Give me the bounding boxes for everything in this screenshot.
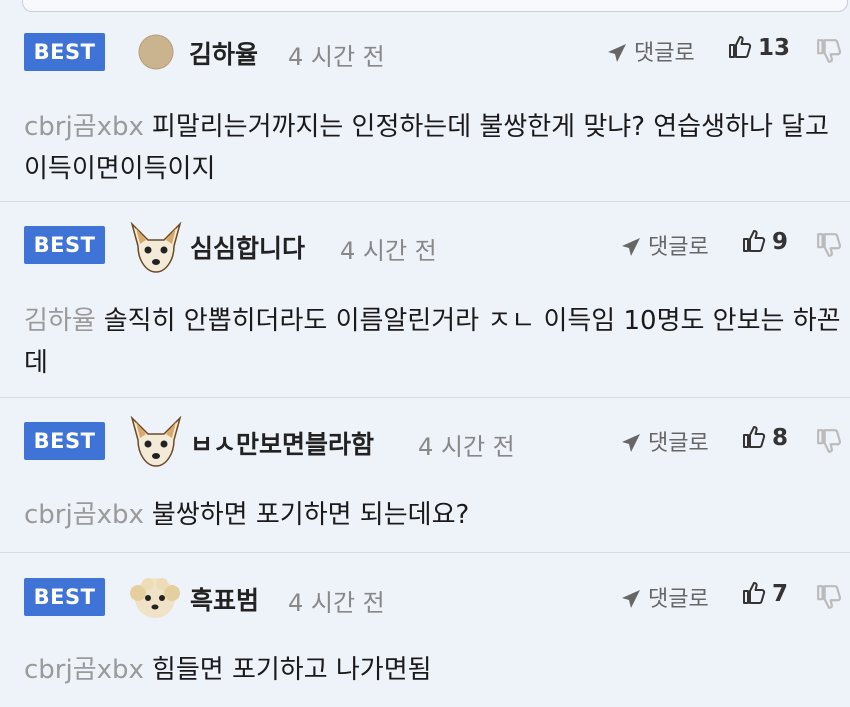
avatar[interactable] bbox=[128, 416, 184, 468]
comment-author[interactable]: ㅂㅅ만보면블라함 bbox=[190, 425, 374, 461]
avatar[interactable] bbox=[128, 573, 182, 623]
reply-button[interactable]: 댓글로 bbox=[606, 35, 695, 67]
thumbs-up-icon bbox=[743, 582, 766, 604]
thumbs-up-icon bbox=[743, 426, 766, 448]
comment-time: 4 시간 전 bbox=[418, 433, 515, 461]
comment-item: BEST 김하율 4 시간 전 댓글로 13 cbrj곰xbx 피말리는거까지는 … bbox=[0, 0, 850, 202]
thumbs-up-icon bbox=[729, 36, 752, 58]
comment-time: 4 시간 전 bbox=[340, 237, 437, 265]
like-button[interactable]: 7 bbox=[742, 581, 788, 607]
best-badge: BEST bbox=[24, 578, 105, 616]
avatar[interactable] bbox=[128, 222, 184, 274]
like-count: 8 bbox=[772, 425, 789, 451]
comment-item: BEST 심심합니다 4 시간 전 댓글로 9 김하율 솔직히 안뽑히더라도 이름… bbox=[0, 202, 850, 398]
best-badge: BEST bbox=[24, 33, 105, 71]
thumbs-down-icon[interactable] bbox=[816, 428, 842, 454]
comment-text: 솔직히 안뽑히더라도 이름알린거라 ㅈㄴ 이득임 10명도 안보는 하꼰데 bbox=[24, 306, 841, 378]
reply-label: 댓글로 bbox=[648, 431, 709, 456]
mention[interactable]: 김하율 bbox=[24, 306, 96, 336]
reply-button[interactable]: 댓글로 bbox=[620, 581, 709, 613]
comment-text: 피말리는거까지는 인정하는데 불쌍한게 맞냐? 연습생하나 달고 이득이면이득이… bbox=[24, 112, 829, 184]
like-button[interactable]: 13 bbox=[728, 35, 790, 61]
thumbs-up-icon bbox=[743, 230, 766, 252]
comment-body: cbrj곰xbx 힘들면 포기하고 나가면됨 bbox=[24, 649, 844, 691]
like-button[interactable]: 8 bbox=[742, 425, 788, 451]
reply-button[interactable]: 댓글로 bbox=[620, 425, 709, 457]
comment-body: 김하율 솔직히 안뽑히더라도 이름알린거라 ㅈㄴ 이득임 10명도 안보는 하꼰데 bbox=[24, 300, 844, 384]
mention[interactable]: cbrj곰xbx bbox=[24, 112, 144, 142]
comment-item: BEST 흑표범 4 시간 전 댓글로 7 cbrj곰xbx 힘들면 포기하고 나… bbox=[0, 553, 850, 707]
best-badge: BEST bbox=[24, 422, 105, 460]
best-badge: BEST bbox=[24, 226, 105, 264]
reply-arrow-icon bbox=[608, 44, 626, 62]
like-button[interactable]: 9 bbox=[742, 229, 788, 255]
comment-author[interactable]: 흑표범 bbox=[190, 581, 259, 617]
comment-author[interactable]: 심심합니다 bbox=[190, 229, 305, 265]
comment-item: BEST ㅂㅅ만보면블라함 4 시간 전 댓글로 8 cbrj곰xbx 불쌍하면 … bbox=[0, 398, 850, 553]
thumbs-down-icon[interactable] bbox=[816, 584, 842, 610]
comment-body: cbrj곰xbx 불쌍하면 포기하면 되는데요? bbox=[24, 494, 844, 536]
comment-body: cbrj곰xbx 피말리는거까지는 인정하는데 불쌍한게 맞냐? 연습생하나 달고… bbox=[24, 106, 844, 190]
comment-text: 힘들면 포기하고 나가면됨 bbox=[151, 655, 432, 685]
avatar[interactable] bbox=[134, 30, 178, 74]
mention[interactable]: cbrj곰xbx bbox=[24, 655, 144, 685]
like-count: 7 bbox=[772, 581, 789, 607]
thumbs-down-icon[interactable] bbox=[816, 232, 842, 258]
thumbs-down-icon[interactable] bbox=[816, 38, 842, 64]
like-count: 9 bbox=[772, 229, 789, 255]
mention[interactable]: cbrj곰xbx bbox=[24, 500, 144, 530]
comment-text: 불쌍하면 포기하면 되는데요? bbox=[151, 500, 470, 530]
reply-label: 댓글로 bbox=[648, 235, 709, 260]
reply-label: 댓글로 bbox=[634, 41, 695, 66]
reply-label: 댓글로 bbox=[648, 587, 709, 612]
reply-arrow-icon bbox=[622, 238, 640, 256]
like-count: 13 bbox=[758, 35, 791, 61]
reply-arrow-icon bbox=[622, 590, 640, 608]
comment-time: 4 시간 전 bbox=[288, 43, 385, 71]
reply-button[interactable]: 댓글로 bbox=[620, 229, 709, 261]
reply-arrow-icon bbox=[622, 434, 640, 452]
comment-author[interactable]: 김하율 bbox=[189, 35, 258, 71]
comment-time: 4 시간 전 bbox=[288, 589, 385, 617]
